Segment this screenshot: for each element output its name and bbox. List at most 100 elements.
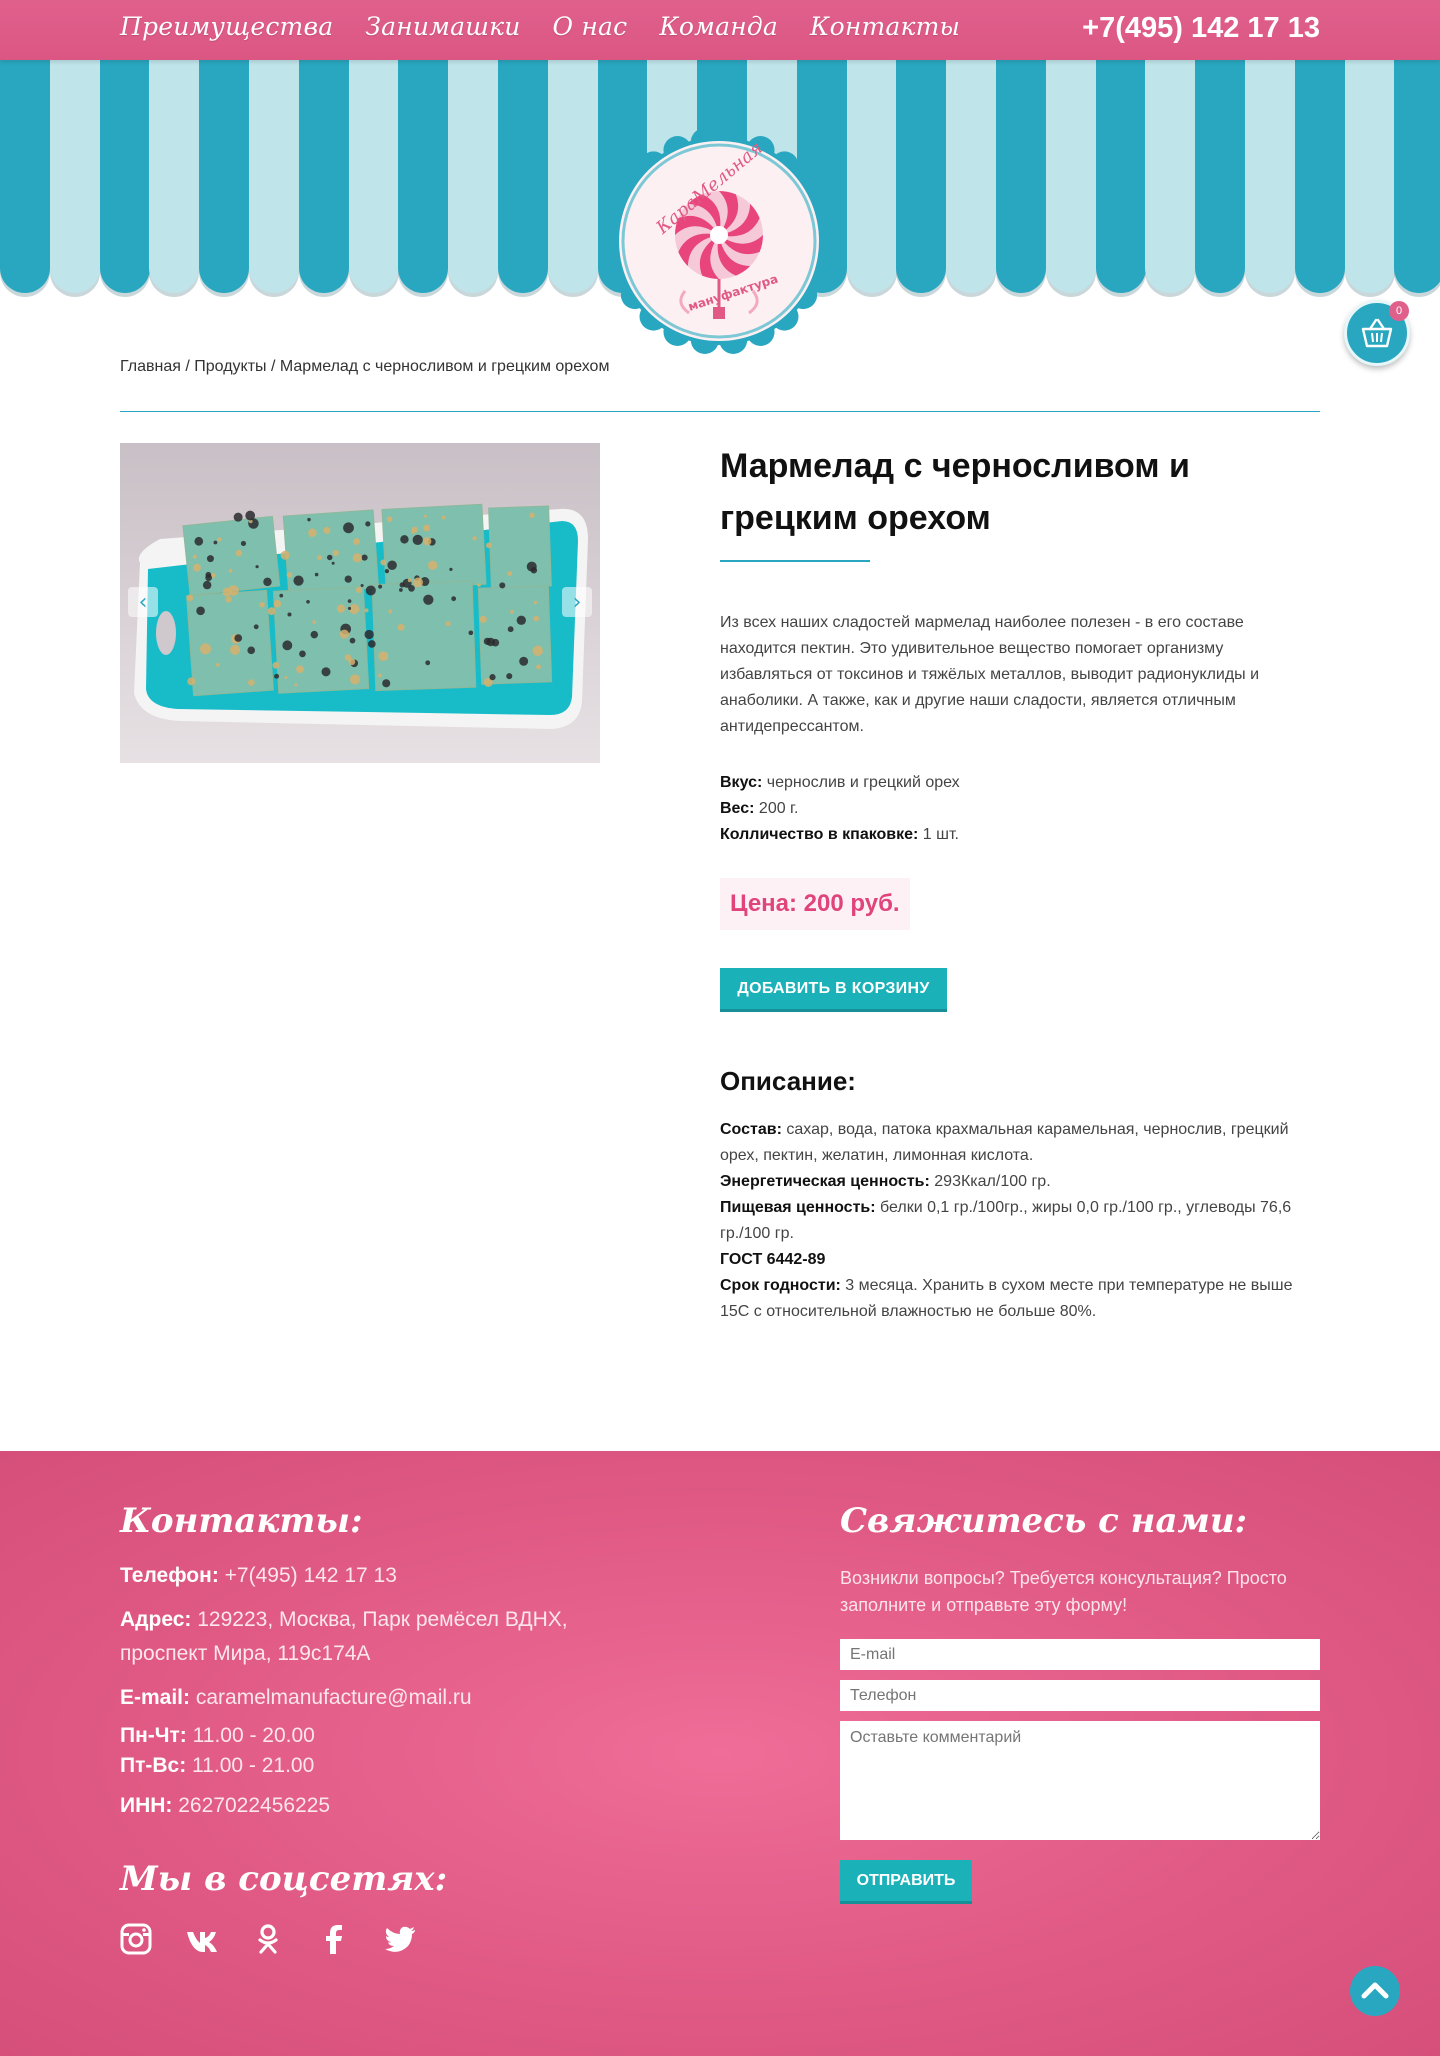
awning-stripe <box>398 60 449 293</box>
breadcrumb: Главная / Продукты / Мармелад с черносли… <box>120 358 609 376</box>
footer-email: E-mail: caramelmanufacture@mail.ru <box>120 1681 620 1715</box>
spec-label: Вкус: <box>720 774 763 791</box>
composition-line: Состав: сахар, вода, патока крахмальная … <box>720 1117 1320 1169</box>
awning-stripe <box>547 60 598 293</box>
awning-stripe <box>1344 60 1395 293</box>
main-nav: Преимущества Занимашки О нас Команда Кон… <box>120 12 960 41</box>
contact-form: Свяжитесь с нами: Возникли вопросы? Треб… <box>840 1501 1320 1904</box>
awning-stripe <box>249 60 299 293</box>
nav-about[interactable]: О нас <box>553 12 628 41</box>
footer-phone: Телефон: +7(495) 142 17 13 <box>120 1559 620 1593</box>
chevron-up-icon <box>1361 1982 1389 1999</box>
product-specs: Вкус: чернослив и грецкий орех Вес: 200 … <box>720 770 1320 848</box>
awning-stripe <box>149 60 200 293</box>
composition-value: сахар, вода, патока крахмальная карамель… <box>720 1121 1289 1164</box>
facebook-icon[interactable] <box>318 1923 350 1955</box>
breadcrumb-separator: / <box>266 358 280 375</box>
odnoklassniki-icon[interactable] <box>252 1923 284 1955</box>
spec-label: Вес: <box>720 800 755 817</box>
add-to-cart-button[interactable]: ДОБАВИТЬ В КОРЗИНУ <box>720 968 947 1012</box>
spec-value: 1 шт. <box>918 826 959 843</box>
spec-label: Колличество в кпаковке: <box>720 826 919 843</box>
hours-value: 11.00 - 20.00 <box>186 1724 315 1747</box>
send-button[interactable]: ОТПРАВИТЬ <box>840 1860 972 1904</box>
awning-stripe <box>1394 60 1440 293</box>
awning-stripe <box>498 60 548 293</box>
footer-phone-value[interactable]: +7(495) 142 17 13 <box>219 1564 397 1587</box>
header-phone[interactable]: +7(495) 142 17 13 <box>1082 12 1320 45</box>
social-heading: Мы в соцсетях: <box>120 1859 448 1899</box>
product-description: Из всех наших сладостей мармелад наиболе… <box>720 614 1260 735</box>
awning-stripe <box>448 60 499 293</box>
description-heading: Описание: <box>720 1066 856 1096</box>
footer-hours-weekdays: Пн-Чт: 11.00 - 20.00 <box>120 1721 620 1751</box>
scroll-to-top-button[interactable] <box>1350 1966 1400 2016</box>
product-photo <box>120 443 600 763</box>
spec-weight: Вес: 200 г. <box>720 796 1320 822</box>
phone-field[interactable] <box>840 1680 1320 1711</box>
basket-icon <box>1361 318 1393 348</box>
spec-quantity: Колличество в кпаковке: 1 шт. <box>720 822 1320 848</box>
instagram-icon[interactable] <box>120 1923 152 1955</box>
slider-prev-button[interactable]: ‹ <box>128 587 158 617</box>
footer: Контакты: Телефон: +7(495) 142 17 13 Адр… <box>0 1451 1440 2056</box>
hours-label: Пн-Чт: <box>120 1724 187 1747</box>
energy-label: Энергетическая ценность: <box>720 1173 930 1190</box>
awning-stripe <box>348 60 399 293</box>
breadcrumb-home[interactable]: Главная <box>120 358 181 375</box>
cart-button[interactable]: 0 <box>1344 300 1410 366</box>
awning-stripe <box>298 60 349 293</box>
awning-stripe <box>846 60 897 293</box>
email-field[interactable] <box>840 1639 1320 1670</box>
awning-stripe <box>996 60 1046 293</box>
nutrition-line: Пищевая ценность: белки 0,1 гр./100гр., … <box>720 1195 1320 1247</box>
awning-stripe <box>0 60 50 293</box>
title-underline <box>720 560 870 562</box>
awning-stripe <box>199 60 250 293</box>
lollipop-logo-icon: КараМельная мануфактура <box>605 128 833 354</box>
social-links <box>120 1923 620 1955</box>
footer-address-label: Адрес: <box>120 1608 192 1631</box>
spec-value: чернослив и грецкий орех <box>762 774 960 791</box>
twitter-icon[interactable] <box>384 1923 416 1955</box>
composition-label: Состав: <box>720 1121 782 1138</box>
awning-stripe <box>1294 60 1345 293</box>
form-subtitle: Возникли вопросы? Требуется консультация… <box>840 1568 1287 1615</box>
footer-phone-label: Телефон: <box>120 1564 219 1587</box>
awning-stripe <box>1095 60 1146 293</box>
divider <box>120 411 1320 412</box>
breadcrumb-separator: / <box>180 358 195 375</box>
nav-team[interactable]: Команда <box>659 12 778 41</box>
nav-advantages[interactable]: Преимущества <box>120 12 333 41</box>
footer-email-label: E-mail: <box>120 1686 191 1709</box>
inn-label: ИНН: <box>120 1794 173 1817</box>
footer-email-value[interactable]: caramelmanufacture@mail.ru <box>190 1686 472 1709</box>
product-title: Мармелад с черносливом и грецким орехом <box>720 447 1190 537</box>
breadcrumb-products[interactable]: Продукты <box>194 358 266 375</box>
logo[interactable]: КараМельная мануфактура <box>605 128 833 354</box>
form-heading: Свяжитесь с нами: <box>840 1501 1248 1541</box>
comment-field[interactable] <box>840 1721 1320 1840</box>
hours-value: 11.00 - 21.00 <box>186 1754 315 1777</box>
vk-icon[interactable] <box>186 1923 218 1955</box>
awning-stripe <box>896 60 947 293</box>
nav-contacts[interactable]: Контакты <box>810 12 960 41</box>
gost-label: ГОСТ 6442-89 <box>720 1251 826 1268</box>
nutrition-label: Пищевая ценность: <box>720 1199 876 1216</box>
nav-fun[interactable]: Занимашки <box>365 12 520 41</box>
product-composition: Состав: сахар, вода, патока крахмальная … <box>720 1117 1320 1325</box>
contacts-heading: Контакты: <box>120 1501 363 1541</box>
breadcrumb-current: Мармелад с черносливом и грецким орехом <box>279 358 610 375</box>
energy-line: Энергетическая ценность: 293Ккал/100 гр. <box>720 1169 1320 1195</box>
spec-value: 200 г. <box>754 800 799 817</box>
awning-stripe <box>99 60 150 293</box>
awning-stripe <box>1245 60 1295 293</box>
footer-hours-weekend: Пт-Вс: 11.00 - 21.00 <box>120 1751 620 1781</box>
product-info: Мармелад с черносливом и грецким орехом … <box>720 440 1320 1325</box>
footer-address: Адрес: 129223, Москва, Парк ремёсел ВДНХ… <box>120 1603 620 1671</box>
slider-next-button[interactable]: › <box>562 587 592 617</box>
cart-count-badge: 0 <box>1389 301 1409 321</box>
energy-value: 293Ккал/100 гр. <box>929 1173 1051 1190</box>
awning-stripe <box>1195 60 1246 293</box>
product-image-slider[interactable]: ‹ › <box>120 443 600 763</box>
